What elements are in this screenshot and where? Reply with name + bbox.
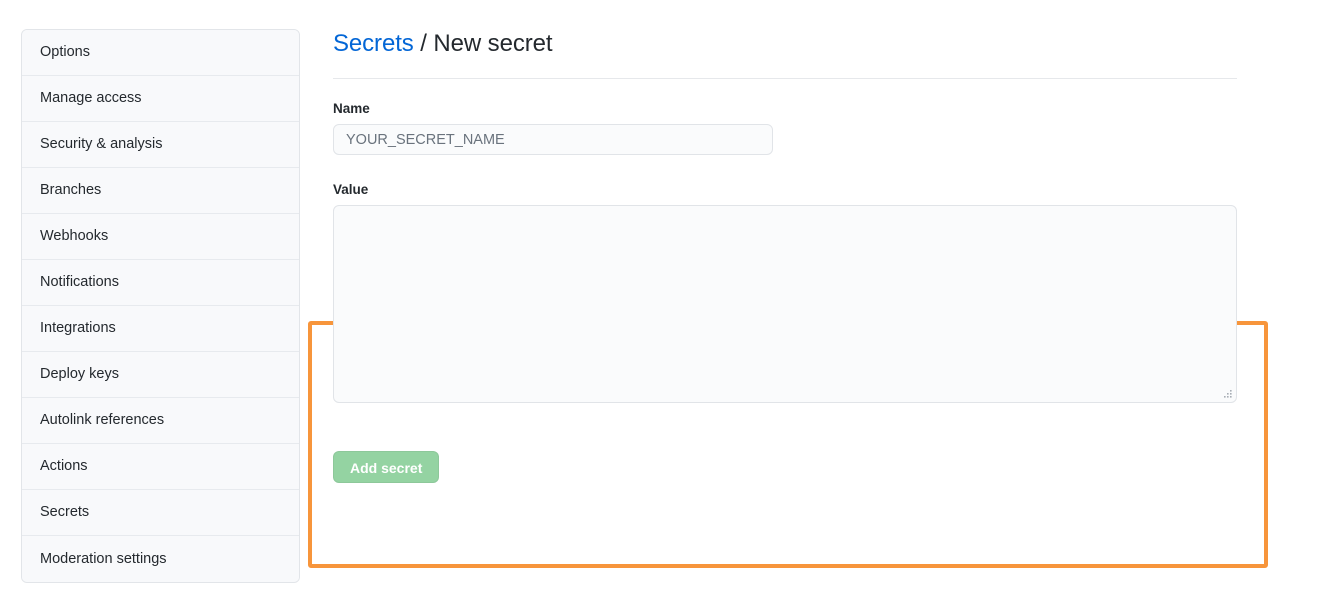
resize-grip-icon[interactable] xyxy=(1222,388,1234,400)
sidebar-item-label: Autolink references xyxy=(40,412,165,429)
sidebar-item-integrations[interactable]: Integrations xyxy=(22,306,299,352)
secret-name-input[interactable] xyxy=(333,124,773,156)
sidebar-item-options[interactable]: Options xyxy=(22,30,299,76)
sidebar-item-label: Deploy keys xyxy=(40,366,119,383)
breadcrumb-separator: / xyxy=(413,30,434,57)
sidebar-item-label: Moderation settings xyxy=(40,550,167,567)
sidebar-item-label: Options xyxy=(40,44,90,61)
value-field-group: Value xyxy=(308,182,1293,569)
main-content: Secrets / New secret Name Value xyxy=(308,29,1293,569)
title-divider xyxy=(333,78,1237,79)
sidebar-item-secrets[interactable]: Secrets xyxy=(22,490,299,536)
sidebar-item-label: Webhooks xyxy=(40,228,109,245)
breadcrumb-link-secrets[interactable]: Secrets xyxy=(333,30,414,57)
sidebar-item-manage-access[interactable]: Manage access xyxy=(22,76,299,122)
secret-value-textarea[interactable] xyxy=(333,205,1237,404)
page-title: Secrets / New secret xyxy=(333,29,1293,61)
sidebar-item-moderation-settings[interactable]: Moderation settings xyxy=(22,536,299,582)
sidebar-item-label: Branches xyxy=(40,182,102,199)
value-field-label: Value xyxy=(333,182,369,198)
sidebar-item-label: Notifications xyxy=(40,274,119,291)
sidebar-item-label: Manage access xyxy=(40,90,142,107)
sidebar-item-label: Security & analysis xyxy=(40,136,163,153)
sidebar-item-label: Integrations xyxy=(40,320,116,337)
sidebar-item-autolink-references[interactable]: Autolink references xyxy=(22,398,299,444)
sidebar-item-label: Secrets xyxy=(40,504,90,521)
name-field-label: Name xyxy=(333,101,370,116)
sidebar-item-actions[interactable]: Actions xyxy=(22,444,299,490)
sidebar-item-deploy-keys[interactable]: Deploy keys xyxy=(22,352,299,398)
name-field-group: Name xyxy=(333,101,1293,156)
settings-sidebar: Options Manage access Security & analysis B… xyxy=(21,29,300,583)
sidebar-item-webhooks[interactable]: Webhooks xyxy=(22,214,299,260)
breadcrumb-current-new-secret: New secret xyxy=(433,30,553,57)
sidebar-item-notifications[interactable]: Notifications xyxy=(22,260,299,306)
sidebar-item-label: Actions xyxy=(40,458,88,475)
sidebar-item-security-analysis[interactable]: Security & analysis xyxy=(22,122,299,168)
add-secret-button[interactable]: Add secret xyxy=(333,451,440,484)
value-textarea-wrapper xyxy=(333,205,1237,404)
sidebar-item-branches[interactable]: Branches xyxy=(22,168,299,214)
